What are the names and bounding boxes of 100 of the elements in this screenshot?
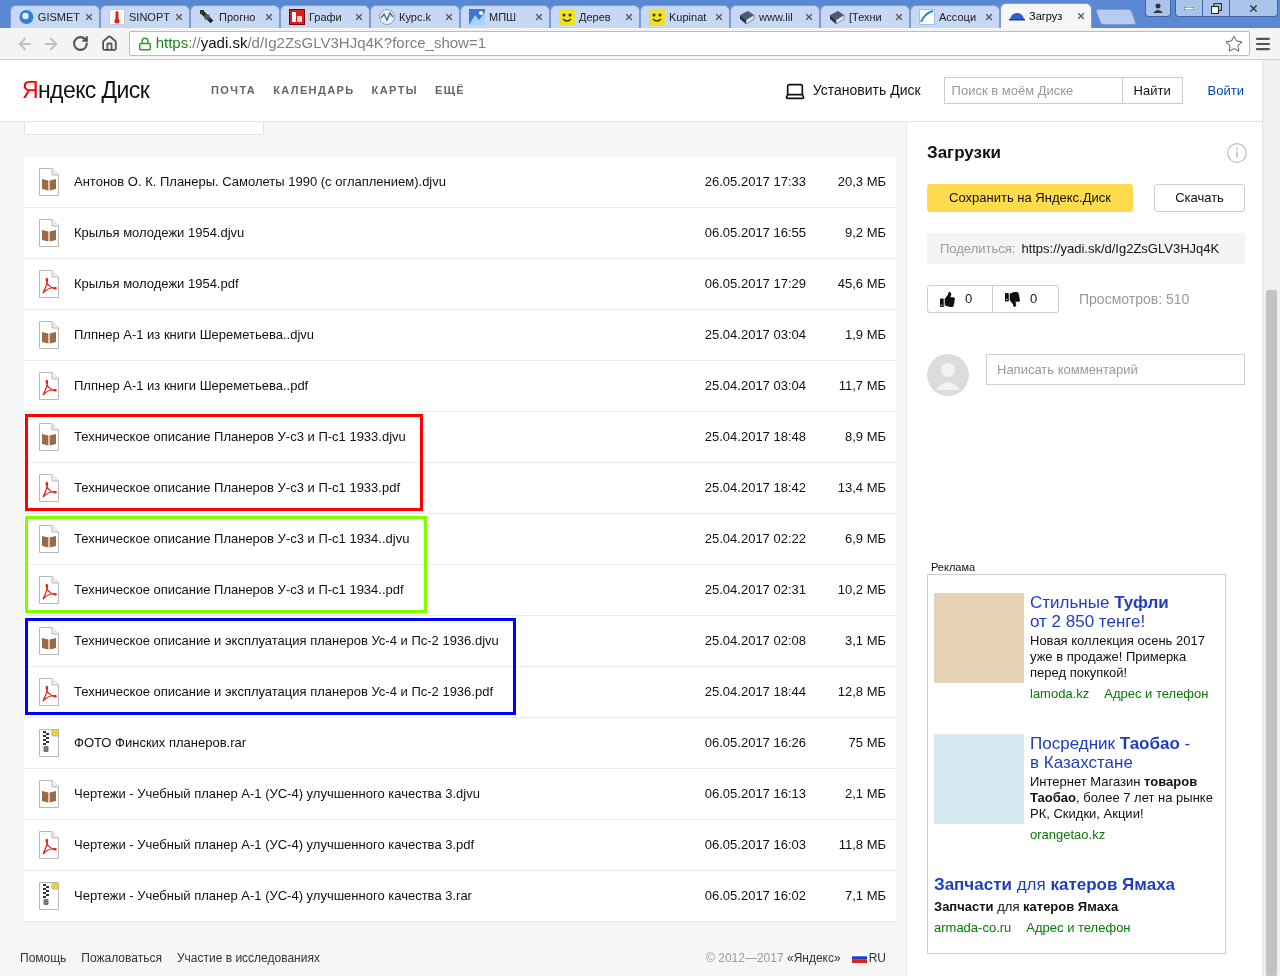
flag-icon — [851, 953, 867, 963]
close-icon[interactable] — [624, 12, 634, 22]
close-window-button[interactable] — [1230, 0, 1278, 17]
file-name: Крылья молодежи 1954.djvu — [74, 224, 245, 243]
file-date: 06.05.2017 16:55 — [704, 224, 806, 243]
file-size: 7,1 МБ — [843, 887, 886, 906]
file-date: 25.04.2017 18:42 — [704, 479, 806, 498]
profile-button[interactable] — [1145, 0, 1171, 17]
file-size: 2,1 МБ — [843, 785, 886, 804]
ad-link[interactable]: armada-co.ru — [934, 920, 1012, 936]
zip-file-icon — [37, 729, 61, 757]
footer-link[interactable]: Участие в исследованиях — [176, 949, 320, 967]
file-date: 25.04.2017 18:48 — [704, 428, 806, 447]
share-link[interactable]: https://yadi.sk/d/Ig2ZsGLV3HJq4K — [1021, 238, 1220, 259]
save-button[interactable]: Сохранить на Яндекс.Диск — [927, 184, 1133, 212]
like-button[interactable]: 0 — [927, 285, 993, 313]
close-icon[interactable] — [534, 12, 544, 22]
close-icon[interactable] — [714, 12, 724, 22]
book-file-icon — [37, 219, 61, 247]
thumbs-up-icon — [940, 291, 955, 307]
close-icon[interactable] — [444, 12, 454, 22]
browser-tab[interactable]: Ассоци — [910, 5, 1000, 28]
browser-tab[interactable]: Загруз — [1000, 3, 1092, 28]
restore-button[interactable] — [1203, 0, 1230, 17]
book-file-icon — [37, 780, 61, 808]
file-size: 8,9 МБ — [843, 428, 886, 447]
dislike-button[interactable]: 0 — [993, 285, 1059, 313]
file-name: Чертежи - Учебный планер А-1 (УС-4) улучшенного качества 3.djvu — [74, 785, 480, 804]
browser-tab[interactable]: Графи — [280, 5, 370, 28]
file-size: 9,2 МБ — [843, 224, 886, 243]
ad-link[interactable]: lamoda.kz — [1030, 686, 1090, 702]
search-button[interactable]: Найти — [1122, 77, 1183, 104]
file-size: 13,4 МБ — [836, 479, 886, 498]
close-icon[interactable] — [354, 12, 364, 22]
ad-title[interactable]: Запчасти для катеров Ямаха — [934, 875, 1219, 895]
star-icon[interactable] — [1225, 34, 1244, 53]
file-name: ФОТО Финских планеров.rar — [74, 734, 247, 753]
reload-icon[interactable] — [71, 35, 89, 52]
logo[interactable]: Яндекс Диск — [22, 73, 150, 108]
close-icon[interactable] — [894, 12, 904, 22]
browser-tab[interactable]: [Техни — [820, 5, 910, 28]
login-link[interactable]: Войти — [1207, 80, 1244, 101]
close-icon[interactable] — [984, 12, 994, 22]
file-size: 12,8 МБ — [836, 683, 886, 702]
footer-link[interactable]: Помощь — [20, 949, 67, 967]
ad-link[interactable]: Адрес и телефон — [1104, 686, 1209, 702]
address-field[interactable]: https://yadi.sk/d/Ig2ZsGLV3HJq4K?force_show=1 — [128, 31, 1251, 56]
footer-link[interactable]: Пожаловаться — [81, 949, 162, 967]
ad-label: Реклама — [931, 561, 976, 573]
nav-link[interactable]: ЕЩЁ — [434, 82, 466, 99]
download-button[interactable]: Скачать — [1154, 184, 1245, 212]
globe-icon — [19, 9, 34, 25]
wave-icon — [379, 9, 395, 25]
file-name: Чертежи - Учебный планер А-1 (УС-4) улучшенного качества 3.pdf — [74, 836, 475, 855]
nav-link[interactable]: КАЛЕНДАРЬ — [273, 82, 355, 99]
minimize-icon — [1184, 6, 1194, 10]
scrollbar-thumb[interactable] — [1266, 290, 1277, 976]
close-icon[interactable] — [804, 12, 814, 22]
close-icon[interactable] — [174, 12, 184, 22]
search-field[interactable]: Поиск в моём Диске — [943, 77, 1123, 104]
file-size: 45,6 МБ — [836, 275, 886, 294]
avatar-icon — [927, 354, 969, 396]
ad-title[interactable]: Стильные Туфли от 2 850 тенге! — [1030, 593, 1218, 631]
tile-icon — [289, 9, 305, 25]
book-file-icon — [37, 423, 61, 451]
book-file-icon — [37, 168, 61, 196]
ad-link[interactable]: orangetao.kz — [1030, 827, 1106, 843]
file-name: Антонов О. К. Планеры. Самолеты 1990 (с оглаплением).djvu — [74, 173, 446, 192]
nav-link[interactable]: КАРТЫ — [371, 82, 418, 99]
share-label: Поделиться: — [940, 239, 1016, 258]
smiley-icon — [559, 9, 575, 25]
file-name: Техническое описание Планеров У-с3 и П-с1 1933.pdf — [74, 479, 400, 498]
ad-link[interactable]: Адрес и телефон — [1026, 920, 1131, 936]
file-name: Техническое описание Планеров У-с3 и П-с1 1934..djvu — [74, 530, 410, 549]
url-text: https://yadi.sk/d/Ig2ZsGLV3HJq4K?force_show=1 — [155, 33, 486, 54]
ad-title[interactable]: Посредник Таобао - в Казахстане — [1030, 734, 1218, 772]
close-icon[interactable] — [84, 12, 94, 22]
install-button[interactable]: Установить Диск — [783, 79, 921, 102]
comment-field[interactable]: Написать комментарий — [986, 354, 1245, 385]
nav-link[interactable]: ПОЧТА — [211, 82, 257, 99]
browser-tab[interactable]: Дерев — [550, 5, 640, 28]
thumbs-down-icon — [1005, 291, 1020, 307]
browser-tab[interactable]: www.lil — [730, 5, 820, 28]
browser-tab[interactable]: Прогно — [190, 5, 280, 28]
browser-tab[interactable]: SINOPT — [100, 5, 190, 28]
close-icon[interactable] — [264, 12, 274, 22]
smiley-icon — [649, 9, 665, 25]
home-icon[interactable] — [100, 35, 118, 52]
browser-tab[interactable]: МПШ — [460, 5, 550, 28]
browser-tab[interactable]: GISMET — [10, 5, 100, 28]
file-size: 3,1 МБ — [843, 632, 886, 651]
language-link[interactable]: RU — [868, 949, 886, 967]
pdf-file-icon — [37, 678, 61, 706]
close-icon[interactable] — [1076, 11, 1086, 21]
browser-tab[interactable]: Курс.k — [370, 5, 460, 28]
file-size: 11,7 МБ — [837, 377, 886, 396]
browser-tab[interactable]: Kupinat — [640, 5, 730, 28]
zip-file-icon — [37, 882, 61, 910]
pdf-file-icon — [37, 576, 61, 604]
swoosh-icon — [919, 9, 935, 25]
